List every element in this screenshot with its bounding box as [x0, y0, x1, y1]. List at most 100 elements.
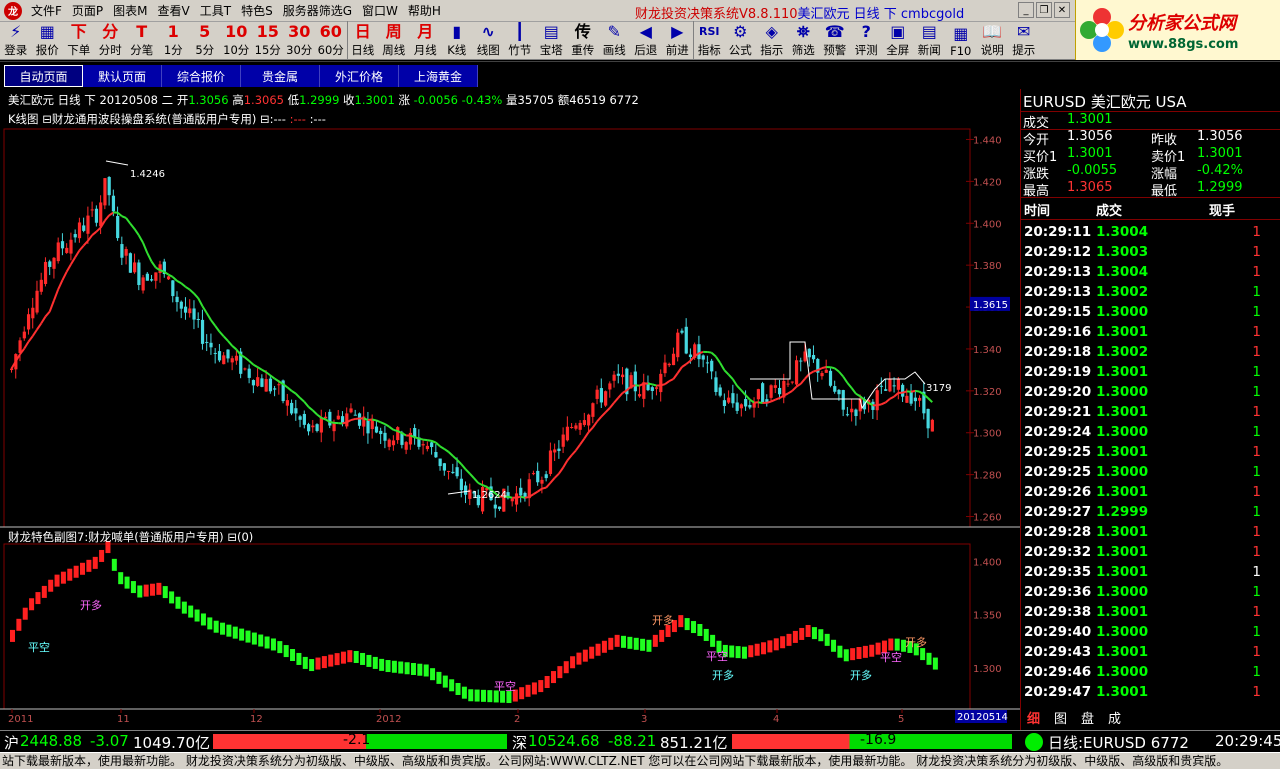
- signal-block: [264, 636, 270, 649]
- toolbar-button-index[interactable]: ◈ 指示: [756, 21, 788, 59]
- tab-depth[interactable]: 盘: [1081, 708, 1094, 727]
- menu-features[interactable]: 特色S: [236, 2, 278, 19]
- toolbar-button-draw-line[interactable]: ✎ 画线: [599, 21, 631, 59]
- signal-block: [385, 660, 391, 673]
- toolbar-button-reprint[interactable]: 传重传: [567, 21, 599, 59]
- candle-body: [841, 390, 845, 410]
- candle-body: [514, 493, 519, 505]
- toolbar-button-line-chart[interactable]: ∿ 线图: [473, 21, 505, 59]
- status-bar: 沪 2448.88 -3.07 1049.70亿 -2.1 深 10524.68…: [0, 730, 1280, 752]
- menu-help[interactable]: 帮助H: [403, 2, 446, 19]
- moving-average-segment: [889, 395, 895, 400]
- toolbar-button-m10[interactable]: 10 10分: [221, 21, 253, 59]
- toolbar-button-m1[interactable]: 1 1分: [158, 21, 190, 59]
- candle-body: [353, 414, 357, 416]
- toolbar-button-login[interactable]: ⚡ 登录: [0, 21, 32, 59]
- signal-block: [29, 598, 35, 611]
- toolbar-button-formula[interactable]: ⚙ 公式: [725, 21, 757, 59]
- toolbar-button-explain[interactable]: 📖 说明: [977, 21, 1009, 59]
- toolbar-button-day[interactable]: 日日线: [346, 21, 379, 59]
- menu-view[interactable]: 查看V: [153, 2, 195, 19]
- tab-detail[interactable]: 细: [1027, 708, 1040, 727]
- chart-area[interactable]: 1.4401.4201.4001.3801.3601.3401.3201.300…: [0, 89, 1020, 730]
- tick-volume: 1: [1252, 324, 1261, 340]
- tab-shanghai-gold[interactable]: 上海黄金: [399, 65, 478, 87]
- tab-forex-prices[interactable]: 外汇价格: [320, 65, 399, 87]
- main-chart-frame: [3, 128, 971, 528]
- minimize-icon[interactable]: _: [1018, 2, 1034, 18]
- tick-list[interactable]: 20:29:11 1.3004 1 20:29:12 1.3003 1 20:29:13 1.…: [1021, 222, 1280, 702]
- tab-default-page[interactable]: 默认页面: [83, 65, 162, 87]
- signal-block: [118, 572, 124, 585]
- toolbar-button-quote[interactable]: ▦ 报价: [32, 21, 64, 59]
- tab-chart[interactable]: 图: [1054, 708, 1067, 727]
- sub-chart-legend[interactable]: 财龙特色副图7:财龙喊单(普通版用户专用) ⊟(0): [8, 529, 253, 545]
- toolbar-button-tower[interactable]: ▤ 宝塔: [536, 21, 568, 59]
- toolbar-button-filter[interactable]: ⛯ 筛选: [788, 21, 820, 59]
- moving-average-segment: [731, 378, 738, 387]
- toolbar-button-fullscreen[interactable]: ▣ 全屏: [882, 21, 914, 59]
- tab-composite-quote[interactable]: 综合报价: [162, 65, 241, 87]
- toolbar-button-kline[interactable]: ▮ K线: [441, 21, 473, 59]
- toolbar-button-alert[interactable]: ☎ 预警: [819, 21, 851, 59]
- toolbar-button-m30[interactable]: 30 30分: [284, 21, 316, 59]
- candle-body: [531, 473, 536, 475]
- signal-block: [544, 675, 550, 688]
- toolbar-button-bamboo[interactable]: ┃ 竹节: [504, 21, 536, 59]
- sz-breadth-bar: -16.9: [732, 732, 1012, 749]
- date-axis-label: 2011: [8, 714, 33, 725]
- candle-body: [273, 388, 277, 390]
- toolbar-button-news[interactable]: ▤ 新闻: [914, 21, 946, 59]
- restore-icon[interactable]: ❐: [1036, 2, 1052, 18]
- menu-tools[interactable]: 工具T: [195, 2, 236, 19]
- moving-average-segment: [355, 417, 360, 420]
- toolbar-button-m5[interactable]: 5 5分: [189, 21, 221, 59]
- toolbar-button-evaluate[interactable]: ? 评测: [851, 21, 883, 59]
- toolbar-button-order[interactable]: 下下单: [63, 21, 95, 59]
- candle-body: [387, 439, 391, 447]
- candle-body: [370, 420, 374, 429]
- tick-time: 20:29:16: [1024, 324, 1092, 340]
- tab-trades[interactable]: 成: [1108, 708, 1121, 727]
- toolbar-button-tick[interactable]: T 分笔: [126, 21, 158, 59]
- moving-average-segment: [172, 276, 178, 282]
- menu-server-filter[interactable]: 服务器筛选G: [278, 2, 357, 19]
- date-axis-label: 12: [250, 714, 263, 725]
- menu-window[interactable]: 窗口W: [357, 2, 403, 19]
- signal-block: [430, 668, 436, 681]
- toolbar-button-forward[interactable]: ▶ 前进: [662, 21, 694, 59]
- moving-average-segment: [758, 401, 763, 405]
- toolbar-button-back[interactable]: ◀ 后退: [630, 21, 662, 59]
- tab-auto-page[interactable]: 自动页面: [4, 65, 83, 87]
- toolbar-button-hint[interactable]: ✉ 提示: [1008, 21, 1040, 59]
- toolbar-button-indicator[interactable]: RSI 指标: [693, 21, 725, 59]
- tab-precious-metals[interactable]: 贵金属: [241, 65, 320, 87]
- signal-block: [468, 689, 474, 702]
- toolbar-button-m15[interactable]: 15 15分: [252, 21, 284, 59]
- signal-block: [519, 687, 525, 700]
- moving-average-segment: [180, 282, 187, 288]
- candle-body: [166, 276, 171, 280]
- menu-chart[interactable]: 图表M: [108, 2, 152, 19]
- toolbar-button-month[interactable]: 月月线: [410, 21, 442, 59]
- menu-file[interactable]: 文件F: [26, 2, 67, 19]
- tick-price: 1.3001: [1096, 524, 1149, 540]
- tick-volume: 1: [1252, 304, 1261, 320]
- moving-average-segment: [613, 397, 620, 404]
- price-chart-svg[interactable]: 1.4401.4201.4001.3801.3601.3401.3201.300…: [0, 89, 1020, 730]
- signal-block: [862, 645, 868, 658]
- moving-average-segment: [707, 350, 712, 354]
- brand-banner[interactable]: 分析家公式网 www.88gs.com: [1075, 0, 1280, 60]
- close-icon[interactable]: ✕: [1054, 2, 1070, 18]
- tick-row: 20:29:40 1.3000 1: [1021, 622, 1280, 642]
- toolbar-button-f10[interactable]: ▦ F10: [945, 21, 977, 59]
- toolbar-button-minute[interactable]: 分分时: [95, 21, 127, 59]
- toolbar-button-week[interactable]: 周周线: [378, 21, 410, 59]
- low-annotation: 1.2624: [472, 490, 507, 501]
- signal-block: [404, 662, 410, 675]
- moving-average-segment: [104, 214, 110, 222]
- toolbar-button-m60[interactable]: 60 60分: [315, 21, 347, 59]
- menu-page[interactable]: 页面P: [67, 2, 108, 19]
- moving-average-segment: [668, 378, 674, 383]
- indicator-legend[interactable]: K线图 ⊟财龙通用波段操盘系统(普通版用户专用) ⊟:--- :--- :---: [8, 111, 326, 127]
